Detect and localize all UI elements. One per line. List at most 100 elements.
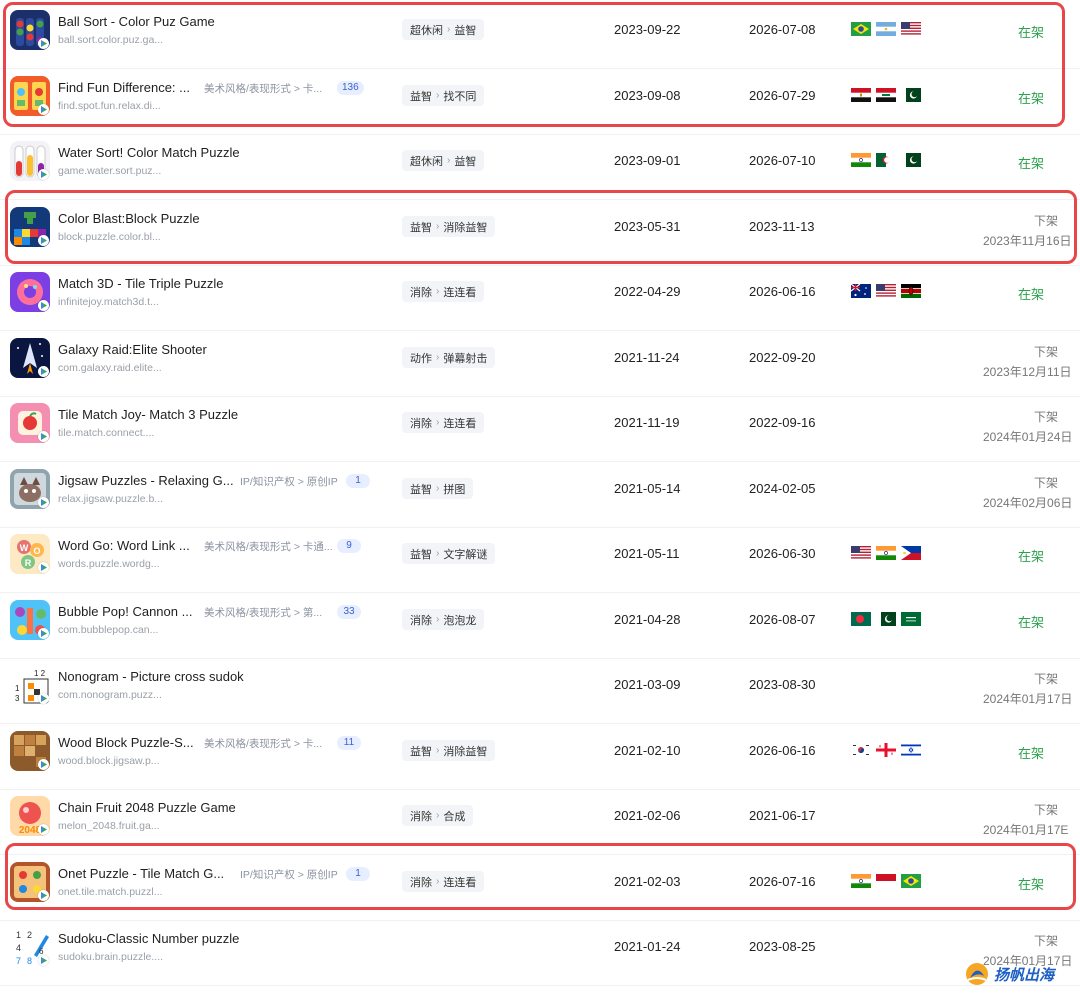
category-tag[interactable]: 消除 › 泡泡龙	[402, 609, 485, 630]
category-tag[interactable]: 消除 › 连连看	[402, 281, 485, 302]
delist-date: 2023年11月16日	[983, 234, 1072, 248]
table-row[interactable]: 1 2 4 7 8 6 Sudoku-Classic Number puzzle sudoku…	[0, 921, 1080, 986]
philippines-flag	[901, 546, 921, 560]
app-package: sudoku.brain.puzzle....	[58, 951, 164, 963]
table-row[interactable]: Bubble Pop! Cannon ... com.bubblepop.can.…	[0, 594, 1080, 659]
table-row[interactable]: Wood Block Puzzle-S... wood.block.jigsaw.…	[0, 725, 1080, 790]
tile-match-joy-icon[interactable]	[10, 403, 50, 443]
status-badge: 在架	[1018, 91, 1045, 106]
attribute-tag[interactable]: 美术风格/表现形式 > 卡...	[204, 736, 322, 751]
table-row[interactable]: Find Fun Difference: ... find.spot.fun.re…	[0, 70, 1080, 135]
app-name[interactable]: Color Blast:Block Puzzle	[58, 211, 200, 226]
category-tag[interactable]: 益智 › 找不同	[402, 85, 485, 106]
table-row[interactable]: Color Blast:Block Puzzle block.puzzle.col…	[0, 201, 1080, 266]
algeria-flag	[876, 153, 896, 167]
table-row[interactable]: Jigsaw Puzzles - Relaxing G... relax.jigs…	[0, 463, 1080, 528]
delist-date: 2024年01月17E	[983, 823, 1069, 837]
category-tag[interactable]: 消除 › 合成	[402, 805, 474, 826]
attribute-count-badge[interactable]: 136	[337, 81, 364, 95]
delist-date: 2024年01月17日	[983, 692, 1073, 706]
app-name[interactable]: Word Go: Word Link ...	[58, 538, 190, 553]
app-name[interactable]: Tile Match Joy- Match 3 Puzzle	[58, 407, 238, 422]
table-row[interactable]: Match 3D - Tile Triple Puzzle infinitejoy…	[0, 266, 1080, 331]
attribute-tag[interactable]: 美术风格/表现形式 > 卡通...	[204, 539, 333, 554]
region-flags	[851, 874, 921, 888]
category-tag[interactable]: 益智 › 消除益智	[402, 216, 496, 237]
app-name[interactable]: Bubble Pop! Cannon ...	[58, 604, 192, 619]
attribute-count-badge[interactable]: 33	[337, 605, 361, 619]
app-name[interactable]: Ball Sort - Color Puz Game	[58, 14, 215, 29]
app-name[interactable]: Match 3D - Tile Triple Puzzle	[58, 276, 223, 291]
row-divider	[0, 854, 1080, 855]
galaxy-raid-icon[interactable]	[10, 338, 50, 378]
attribute-tag[interactable]: 美术风格/表现形式 > 第...	[204, 605, 322, 620]
water-sort-icon[interactable]	[10, 141, 50, 181]
category-tag[interactable]: 超休闲 › 益智	[402, 150, 485, 171]
bubble-pop-icon[interactable]	[10, 600, 50, 640]
sudoku-icon[interactable]: 124786	[10, 927, 50, 967]
app-name[interactable]: Water Sort! Color Match Puzzle	[58, 145, 240, 160]
category-primary: 消除	[410, 810, 432, 823]
svg-text:W: W	[20, 543, 29, 553]
table-row[interactable]: W O R Word Go: Word Link ... words.puzzle.wo…	[0, 528, 1080, 593]
wood-block-icon[interactable]	[10, 731, 50, 771]
table-row[interactable]: 1 2 1 3 Nonogram - Picture cross sudok com.n…	[0, 659, 1080, 724]
category-tag[interactable]: 消除 › 连连看	[402, 871, 485, 892]
app-name[interactable]: Jigsaw Puzzles - Relaxing G...	[58, 473, 234, 488]
attribute-tag[interactable]: 美术风格/表现形式 > 卡...	[204, 81, 322, 96]
category-tag[interactable]: 益智 › 文字解谜	[402, 543, 496, 564]
svg-text:1: 1	[15, 684, 20, 693]
attribute-tag[interactable]: IP/知识产权 > 原创IP	[240, 867, 338, 882]
color-blast-icon[interactable]	[10, 207, 50, 247]
category-tag[interactable]: 益智 › 拼图	[402, 478, 474, 499]
release-date: 2023-05-31	[614, 219, 681, 234]
app-name[interactable]: Wood Block Puzzle-S...	[58, 735, 194, 750]
match-3d-icon[interactable]	[10, 272, 50, 312]
table-row[interactable]: Galaxy Raid:Elite Shooter com.galaxy.raid…	[0, 332, 1080, 397]
category-secondary: 连连看	[443, 417, 477, 430]
chain-fruit-icon[interactable]: 2048	[10, 796, 50, 836]
google-play-icon	[38, 955, 49, 966]
attribute-count-badge[interactable]: 11	[337, 736, 361, 750]
attribute-count-badge[interactable]: 1	[346, 867, 370, 881]
app-name[interactable]: Galaxy Raid:Elite Shooter	[58, 342, 207, 357]
category-tag[interactable]: 消除 › 连连看	[402, 412, 485, 433]
table-row[interactable]: Ball Sort - Color Puz Game ball.sort.colo…	[0, 4, 1080, 69]
attribute-count-badge[interactable]: 9	[337, 539, 361, 553]
release-date: 2021-04-28	[614, 612, 681, 627]
word-go-icon[interactable]: WOR	[10, 534, 50, 574]
app-name[interactable]: Sudoku-Classic Number puzzle	[58, 931, 239, 946]
argentina-flag	[876, 22, 896, 36]
onet-puzzle-icon[interactable]	[10, 862, 50, 902]
table-row[interactable]: 2048 Chain Fruit 2048 Puzzle Game melon_20…	[0, 790, 1080, 855]
category-secondary: 弹幕射击	[443, 352, 488, 365]
app-name[interactable]: Find Fun Difference: ...	[58, 80, 190, 95]
status-badge: 下架	[1033, 672, 1058, 686]
region-flags	[851, 153, 921, 167]
category-tag[interactable]: 超休闲 › 益智	[402, 19, 485, 40]
app-name[interactable]: Onet Puzzle - Tile Match G...	[58, 866, 224, 881]
app-package: melon_2048.fruit.ga...	[58, 820, 160, 832]
israel-flag	[901, 743, 921, 757]
find-difference-icon[interactable]	[10, 76, 50, 116]
attribute-count-badge[interactable]: 1	[346, 474, 370, 488]
jigsaw-cat-icon[interactable]	[10, 469, 50, 509]
update-date: 2026-06-30	[749, 546, 816, 561]
table-row[interactable]: Water Sort! Color Match Puzzle game.water…	[0, 135, 1080, 200]
table-row[interactable]: Tile Match Joy- Match 3 Puzzle tile.match…	[0, 397, 1080, 462]
category-primary: 超休闲	[410, 24, 443, 37]
category-tag[interactable]: 动作 › 弹幕射击	[402, 347, 496, 368]
south-korea-flag	[851, 743, 871, 757]
app-name[interactable]: Nonogram - Picture cross sudok	[58, 669, 244, 684]
update-date: 2026-07-29	[749, 88, 816, 103]
status-badge: 在架	[1018, 549, 1045, 564]
table-row[interactable]: Onet Puzzle - Tile Match G... onet.tile.m…	[0, 856, 1080, 921]
category-tag[interactable]: 益智 › 消除益智	[402, 740, 496, 761]
nonogram-icon[interactable]: 1 2 13	[10, 665, 50, 705]
pakistan-flag	[901, 153, 921, 167]
app-name[interactable]: Chain Fruit 2048 Puzzle Game	[58, 800, 236, 815]
svg-text:O: O	[33, 546, 40, 556]
chevron-right-icon: ›	[436, 548, 440, 559]
attribute-tag[interactable]: IP/知识产权 > 原创IP	[240, 474, 338, 489]
ball-sort-icon[interactable]	[10, 10, 50, 50]
